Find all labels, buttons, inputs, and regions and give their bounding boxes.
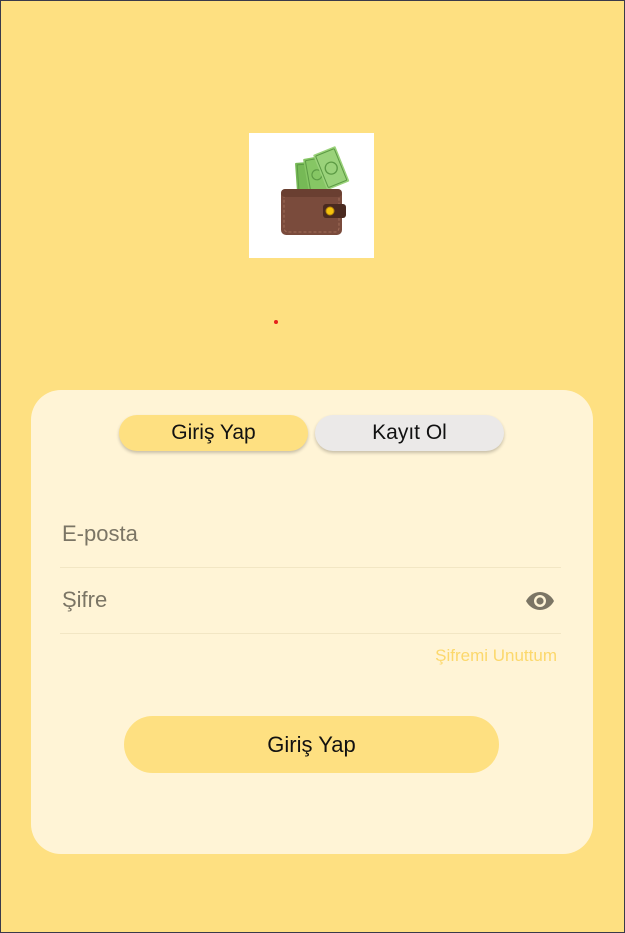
password-field[interactable]: Şifre xyxy=(60,574,561,634)
email-field[interactable]: E-posta xyxy=(60,508,561,568)
tab-login[interactable]: Giriş Yap xyxy=(119,415,308,451)
login-button[interactable]: Giriş Yap xyxy=(124,716,499,773)
wallet-icon xyxy=(281,146,350,235)
app-logo xyxy=(249,133,374,258)
tab-register[interactable]: Kayıt Ol xyxy=(315,415,504,451)
password-placeholder: Şifre xyxy=(62,587,108,612)
forgot-password-link[interactable]: Şifremi Unuttum xyxy=(435,646,557,666)
auth-card: Giriş Yap Kayıt Ol E-posta Şifre Şifremi… xyxy=(31,390,593,854)
login-screen: { "tabs": { "login_label": "Giriş Yap", … xyxy=(0,0,625,933)
eye-icon[interactable] xyxy=(525,590,555,612)
indicator-dot xyxy=(274,320,278,324)
email-placeholder: E-posta xyxy=(62,521,138,546)
